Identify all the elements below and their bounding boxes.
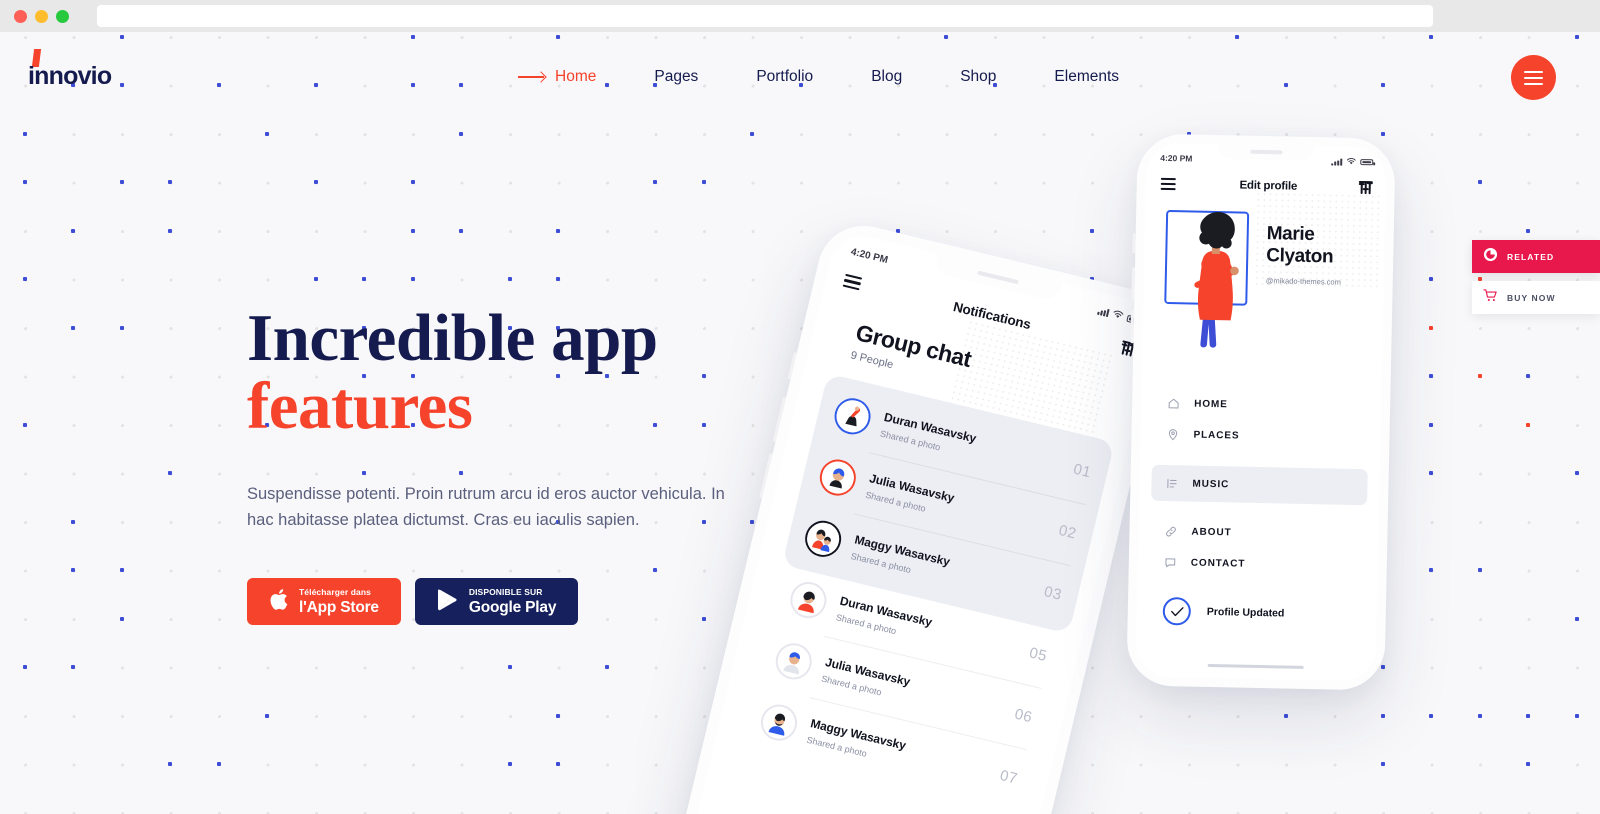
notification-index: 03 — [1042, 583, 1064, 604]
hero-paragraph: Suspendisse potenti. Proin rutrum arcu i… — [247, 484, 725, 530]
profile-last-name: Clyaton — [1266, 244, 1334, 268]
close-window-button[interactable] — [14, 9, 27, 23]
app-store-button-small-label: Télécharger dans — [299, 587, 371, 598]
avatar — [757, 700, 801, 744]
notification-index: 01 — [1071, 460, 1093, 482]
nav-item-pages[interactable]: Pages — [625, 68, 727, 86]
google-play-icon — [437, 588, 458, 616]
nav-item-shop[interactable]: Shop — [931, 68, 1025, 86]
nav-item-elements[interactable]: Elements — [1025, 68, 1148, 86]
signal-icon — [1097, 307, 1110, 318]
profile-menu: HOME PLACES MUSIC ABOUT CONTACT — [1149, 389, 1369, 583]
profile-menu-label: HOME — [1194, 398, 1228, 411]
hamburger-bar — [1524, 70, 1543, 73]
phone-volume-up-button — [1131, 267, 1136, 302]
phone-hamburger-icon[interactable] — [1160, 177, 1176, 190]
google-play-button-small-label: DISPONIBLE SUR — [468, 587, 543, 598]
page-viewport: i n novio Home Pages Portfolio Blog Shop E… — [0, 32, 1600, 814]
phone-app-bar-title: Edit profile — [1239, 179, 1298, 193]
phone-screen-profile: 4:20 PM Edit profile Marie Clyaton @mika… — [1135, 142, 1387, 682]
notification-index: 05 — [1027, 644, 1049, 666]
profile-menu-label: ABOUT — [1191, 526, 1232, 539]
chat-icon — [1164, 556, 1177, 569]
filter-sliders-icon[interactable] — [1358, 181, 1374, 195]
browser-chrome — [0, 0, 1600, 32]
buy-now-widget-label: BUY NOW — [1507, 292, 1556, 303]
hero-title-line-1: Incredible app — [247, 301, 658, 375]
home-icon — [1167, 397, 1180, 410]
google-play-button-label: Google Play — [468, 598, 557, 616]
side-widgets: RELATED BUY NOW — [1472, 240, 1600, 314]
traffic-lights — [14, 9, 69, 23]
site-logo[interactable]: i n novio — [28, 62, 112, 91]
profile-menu-label: CONTACT — [1190, 557, 1246, 570]
phone-hamburger-icon[interactable] — [842, 273, 863, 291]
hero-section: Incredible app features Suspendisse pote… — [247, 304, 887, 626]
app-store-button[interactable]: Télécharger dans l'App Store — [247, 578, 401, 626]
status-badge: Profile Updated — [1162, 596, 1285, 628]
profile-name: Marie Clyaton — [1266, 223, 1334, 268]
profile-first-name: Marie — [1266, 223, 1315, 246]
profile-content: Marie Clyaton @mikado-themes.com HOME PL… — [1135, 143, 1386, 682]
avatar — [772, 639, 816, 683]
nav-item-home[interactable]: Home — [489, 68, 625, 86]
profile-illustration — [1163, 205, 1266, 359]
wifi-icon — [1111, 309, 1124, 322]
app-store-button-label: l'App Store — [299, 598, 379, 616]
phone-mockup-profile: 4:20 PM Edit profile Marie Clyaton @mika… — [1126, 133, 1396, 691]
hamburger-bar — [1524, 76, 1543, 79]
signal-icon — [1331, 157, 1343, 166]
hamburger-bar — [1524, 82, 1543, 85]
google-play-button[interactable]: DISPONIBLE SUR Google Play — [414, 578, 579, 626]
related-widget-button[interactable]: RELATED — [1472, 240, 1600, 273]
battery-icon — [1360, 159, 1374, 166]
notification-index: 07 — [998, 766, 1020, 788]
maximize-window-button[interactable] — [56, 9, 69, 23]
link-icon — [1164, 525, 1177, 538]
nav-item-blog[interactable]: Blog — [842, 68, 931, 86]
related-widget-label: RELATED — [1507, 251, 1555, 262]
wifi-icon — [1346, 157, 1356, 167]
phone-side-button — [1132, 233, 1136, 254]
page-title: Incredible app features — [247, 304, 887, 441]
profile-menu-item-contact[interactable]: CONTACT — [1150, 548, 1367, 582]
minimize-window-button[interactable] — [35, 9, 48, 23]
pin-icon — [1166, 428, 1179, 441]
status-badge-label: Profile Updated — [1206, 605, 1285, 620]
hamburger-icon[interactable] — [1511, 55, 1556, 100]
target-icon — [1483, 247, 1498, 267]
status-bar-time: 4:20 PM — [1160, 152, 1193, 164]
hero-title-line-2: features — [247, 369, 473, 444]
profile-menu-item-places[interactable]: PLACES — [1152, 420, 1369, 454]
check-icon — [1162, 596, 1192, 626]
main-navigation: Home Pages Portfolio Blog Shop Elements — [489, 32, 1148, 122]
url-bar[interactable] — [97, 5, 1433, 27]
phone-volume-down-button — [1130, 309, 1135, 344]
nav-item-home-label: Home — [555, 68, 597, 85]
profile-handle: @mikado-themes.com — [1265, 276, 1341, 287]
buy-now-widget-button[interactable]: BUY NOW — [1472, 281, 1600, 314]
notification-index: 06 — [1012, 705, 1035, 727]
profile-menu-item-about[interactable]: ABOUT — [1150, 517, 1367, 551]
logo-accent-letter: n — [34, 62, 49, 90]
cart-icon — [1483, 288, 1498, 308]
profile-menu-item-home[interactable]: HOME — [1153, 389, 1370, 423]
status-bar-time: 4:20 PM — [849, 246, 890, 266]
apple-icon — [269, 588, 288, 616]
profile-menu-item-music[interactable]: MUSIC — [1151, 464, 1368, 506]
arrow-right-icon — [518, 76, 544, 78]
phone-status-bar: 4:20 PM — [1146, 143, 1386, 174]
notification-index: 02 — [1057, 521, 1079, 543]
nav-item-portfolio[interactable]: Portfolio — [727, 68, 842, 86]
store-button-group: Télécharger dans l'App Store DISPONIBLE … — [247, 578, 887, 626]
list-icon — [1165, 477, 1178, 490]
profile-menu-label: PLACES — [1193, 429, 1240, 442]
site-header: i n novio Home Pages Portfolio Blog Shop E… — [0, 32, 1600, 122]
logo-text-2: novio — [48, 62, 112, 90]
profile-menu-label: MUSIC — [1192, 478, 1230, 490]
